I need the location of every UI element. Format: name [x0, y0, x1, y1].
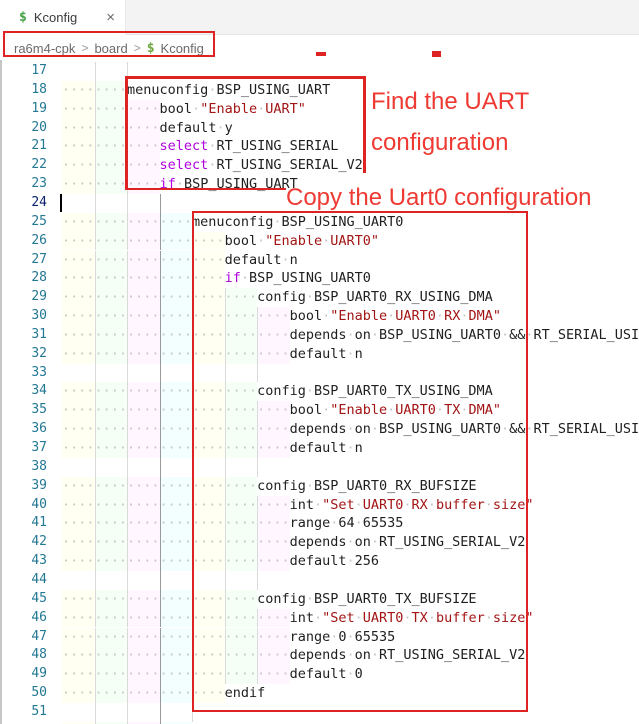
line-number: 18 — [0, 81, 47, 100]
annotation-box-uart-top — [125, 76, 366, 79]
breadcrumb: ra6m4-cpk > board > $ Kconfig — [0, 36, 639, 60]
indent-guide — [160, 703, 161, 722]
line-number: 22 — [0, 156, 47, 175]
code-text: ········menuconfig·BSP_USING_UART — [62, 81, 330, 100]
indent-guide — [95, 571, 96, 590]
indent-guide — [160, 458, 161, 477]
indent-guide — [95, 62, 96, 81]
code-text: ············select·RT_USING_SERIAL_V2 — [62, 156, 363, 175]
line-number: 25 — [0, 213, 47, 232]
line-number: 39 — [0, 477, 47, 496]
code-line[interactable]: 19 ············bool·"Enable·UART" — [0, 100, 639, 119]
line-number: 46 — [0, 609, 47, 628]
indent-guide — [160, 571, 161, 590]
tab-kconfig[interactable]: $ Kconfig × — [0, 0, 126, 35]
annotation-text-find: Find the UART configuration — [371, 81, 529, 163]
vscode-window: $ Kconfig × ra6m4-cpk > board > $ Kconfi… — [0, 0, 639, 724]
code-line[interactable]: 21 ············select·RT_USING_SERIAL — [0, 137, 639, 156]
line-number: 28 — [0, 269, 47, 288]
line-number: 41 — [0, 514, 47, 533]
line-number: 17 — [0, 62, 47, 81]
line-number: 20 — [0, 119, 47, 138]
line-number: 34 — [0, 382, 47, 401]
code-line[interactable]: 20 ············default·y — [0, 119, 639, 138]
line-number: 43 — [0, 552, 47, 571]
chevron-right-icon: > — [81, 41, 88, 55]
indent-guide — [160, 364, 161, 383]
line-number: 38 — [0, 458, 47, 477]
tab-bar: $ Kconfig × — [0, 0, 639, 35]
line-number: 29 — [0, 288, 47, 307]
line-number: 19 — [0, 100, 47, 119]
line-number: 32 — [0, 345, 47, 364]
annotation-text-find-line1: Find the UART — [371, 81, 529, 122]
line-number: 50 — [0, 684, 47, 703]
line-number: 30 — [0, 307, 47, 326]
line-number: 23 — [0, 175, 47, 194]
annotation-text-copy: Copy the Uart0 configuration — [286, 184, 592, 212]
code-line[interactable]: 18 ········menuconfig·BSP_USING_UART — [0, 81, 639, 100]
close-tab-icon[interactable]: × — [106, 10, 115, 25]
line-number: 33 — [0, 364, 47, 383]
code-text: ············default·y — [62, 119, 233, 138]
indent-guide — [127, 571, 128, 590]
indent-guide — [127, 458, 128, 477]
breadcrumb-item-board[interactable]: board — [94, 41, 127, 56]
annotation-box-uart-bottom — [125, 188, 286, 191]
annotation-box-uart-right — [363, 76, 366, 173]
line-number: 36 — [0, 420, 47, 439]
line-number: 40 — [0, 496, 47, 515]
line-number: 24 — [0, 194, 47, 213]
kconfig-language-icon: $ — [19, 10, 27, 25]
code-line[interactable]: 22 ············select·RT_USING_SERIAL_V2 — [0, 156, 639, 175]
line-number: 27 — [0, 251, 47, 270]
line-number: 51 — [0, 703, 47, 722]
line-number: 44 — [0, 571, 47, 590]
indent-guide — [127, 194, 128, 213]
text-cursor — [60, 194, 62, 212]
line-number: 31 — [0, 326, 47, 345]
code-text: ············if·BSP_USING_UART — [62, 175, 298, 194]
annotation-box-uart-left — [125, 76, 128, 190]
code-text: ············select·RT_USING_SERIAL — [62, 137, 338, 156]
kconfig-language-icon: $ — [147, 41, 155, 56]
line-number: 47 — [0, 628, 47, 647]
line-number: 21 — [0, 137, 47, 156]
chevron-right-icon: > — [134, 41, 141, 55]
indent-guide — [95, 364, 96, 383]
breadcrumb-item-file[interactable]: Kconfig — [161, 41, 204, 56]
code-text: ············bool·"Enable·UART" — [62, 100, 306, 119]
line-number: 26 — [0, 232, 47, 251]
breadcrumb-item-project[interactable]: ra6m4-cpk — [14, 41, 75, 56]
line-number: 45 — [0, 590, 47, 609]
line-number: 35 — [0, 401, 47, 420]
indent-guide — [160, 194, 161, 213]
annotation-box-uart0 — [192, 211, 528, 712]
line-number: 42 — [0, 533, 47, 552]
tab-title: Kconfig — [34, 10, 77, 25]
annotation-text-find-line2: configuration — [371, 122, 529, 163]
indent-guide — [95, 194, 96, 213]
indent-guide — [127, 703, 128, 722]
indent-guide — [127, 364, 128, 383]
indent-guide — [95, 458, 96, 477]
annotation-remnant — [316, 52, 326, 56]
line-number: 48 — [0, 646, 47, 665]
line-number: 37 — [0, 439, 47, 458]
line-number: 49 — [0, 665, 47, 684]
indent-guide — [95, 703, 96, 722]
annotation-remnant — [432, 51, 441, 57]
